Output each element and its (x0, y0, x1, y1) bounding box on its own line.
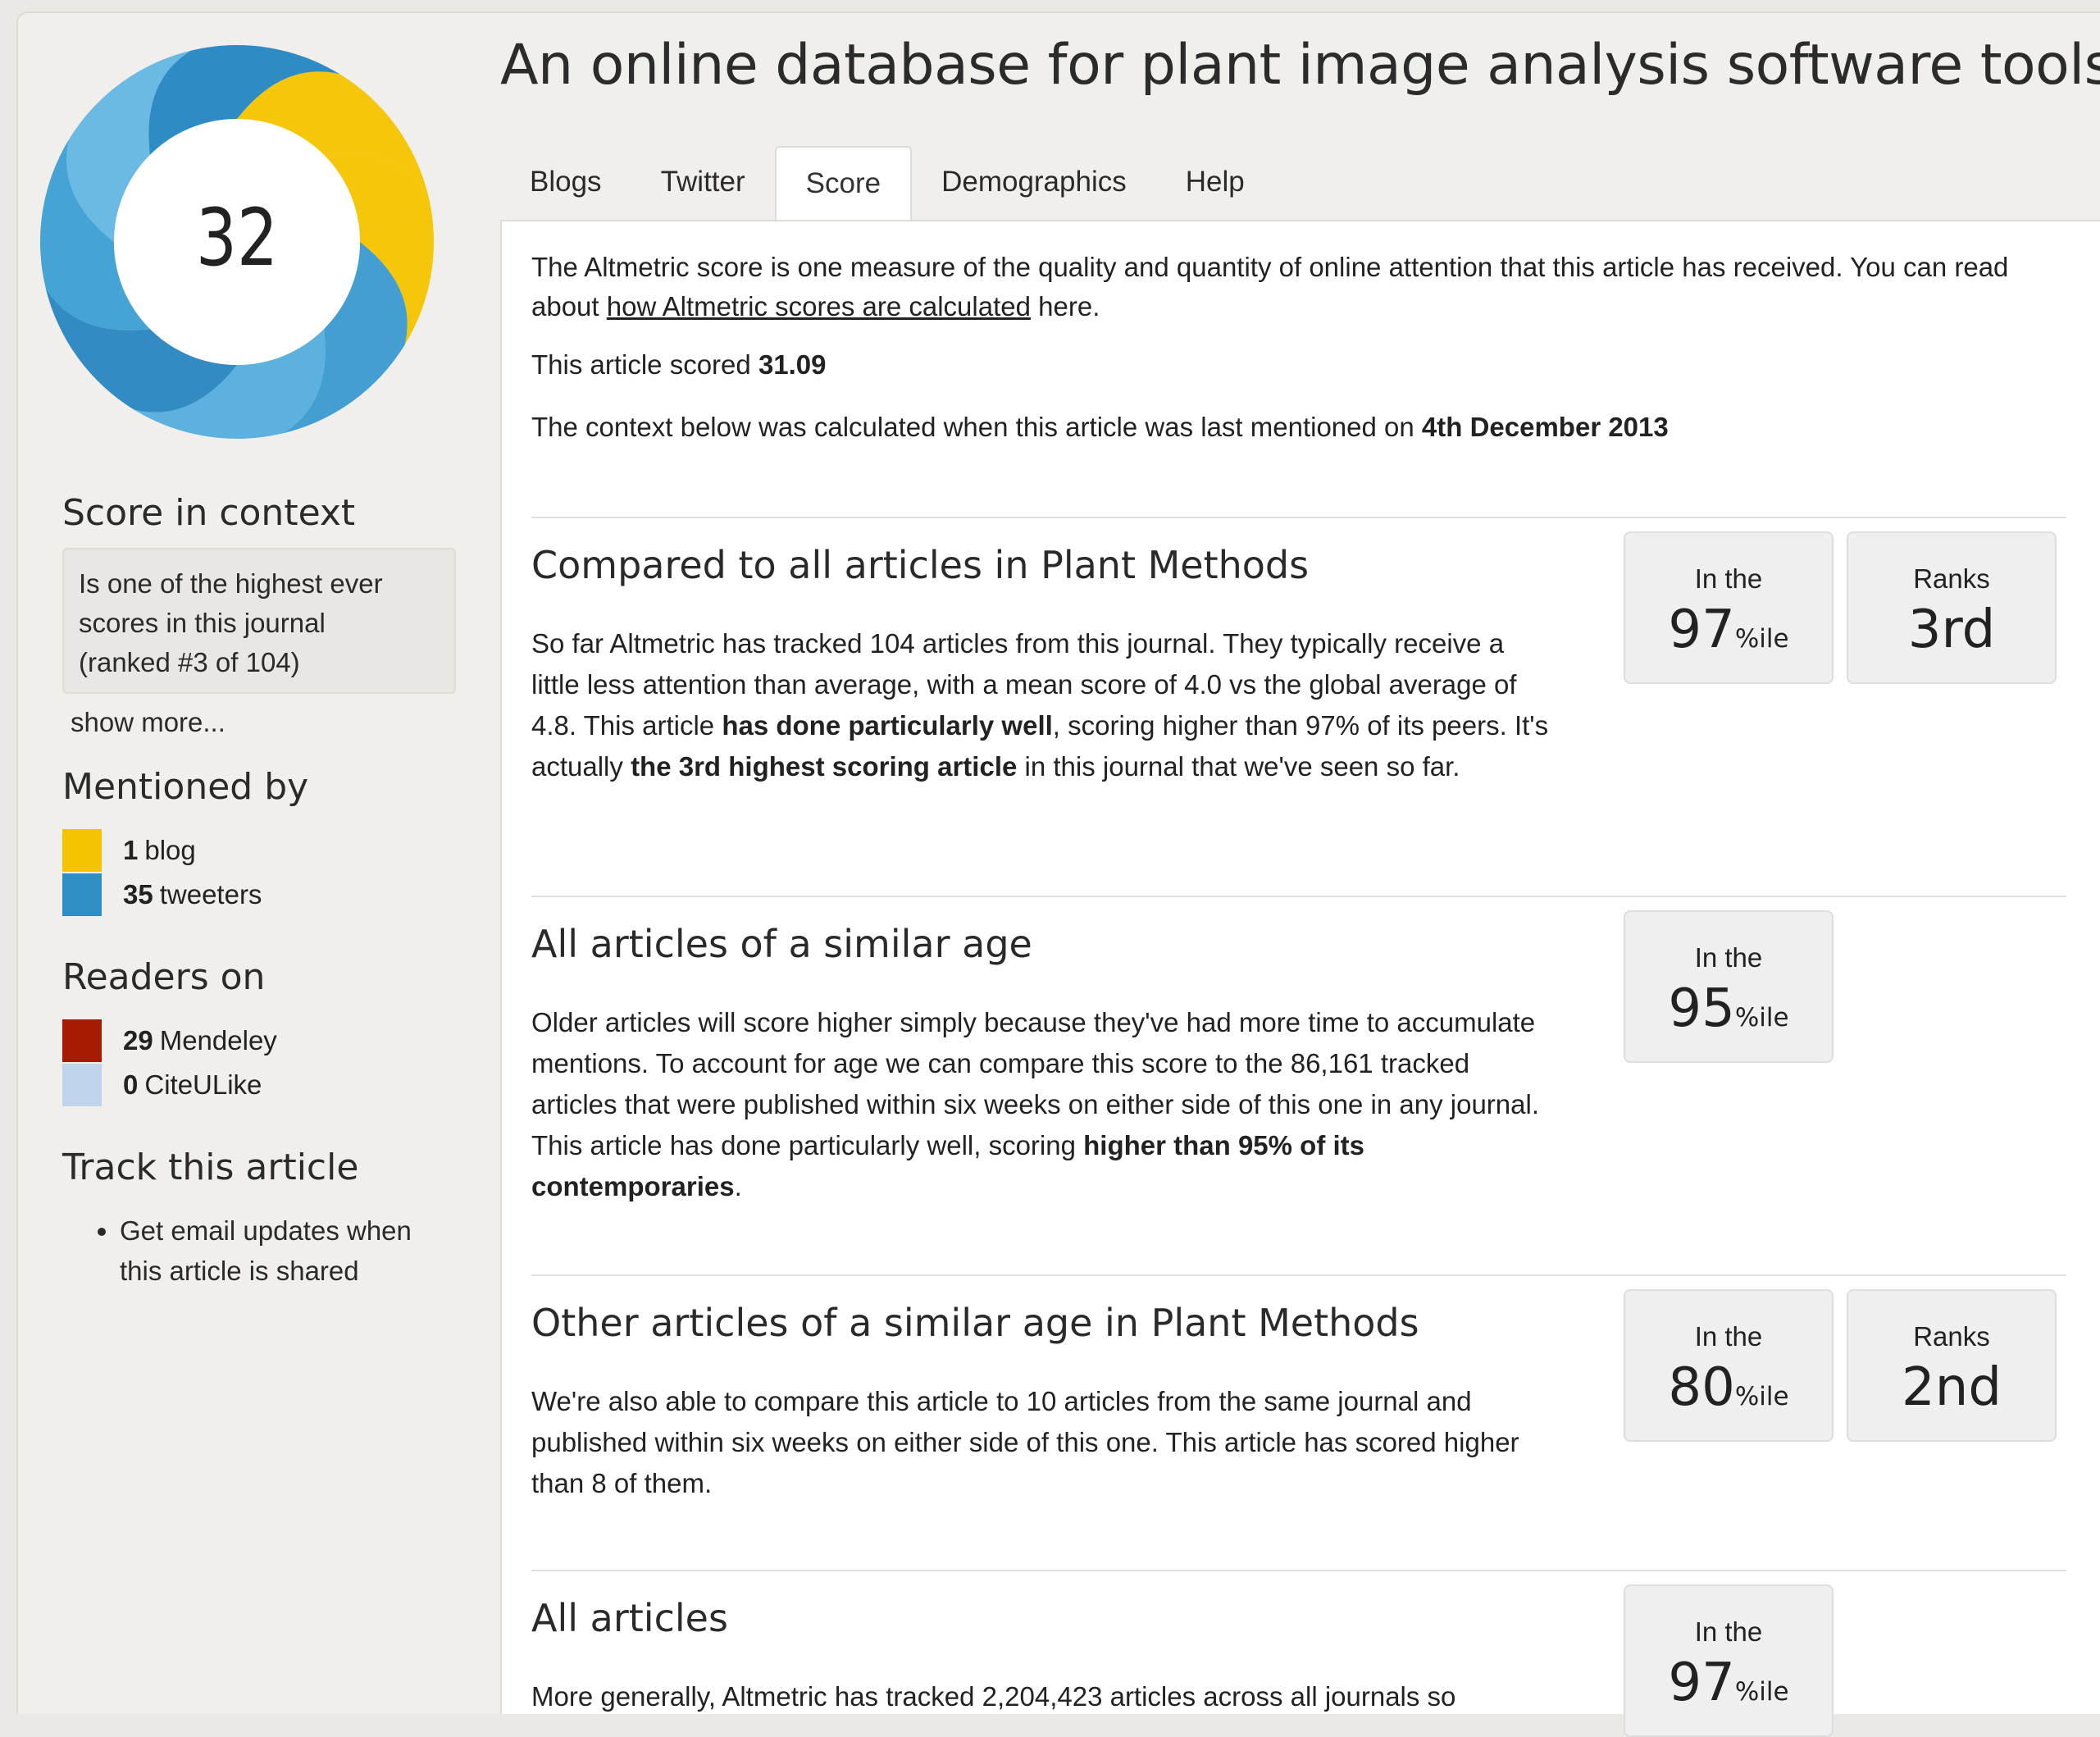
section-divider (531, 1570, 2066, 1571)
percentile-label: In the (1694, 563, 1763, 594)
show-more-link[interactable]: show more... (62, 702, 456, 743)
track-list: Get email updates when this article is s… (62, 1210, 456, 1291)
mendeley-swatch (62, 1019, 102, 1062)
readers-on-heading: Readers on (62, 956, 266, 998)
reader-label: CiteULike (144, 1069, 262, 1100)
blog-swatch (62, 829, 102, 872)
tab-help[interactable]: Help (1156, 146, 1274, 218)
rank-value: 2nd (1902, 1357, 2002, 1418)
readers-list: 29 Mendeley 0 CiteULike (62, 1019, 456, 1107)
percentile-value: 97%ile (1625, 1650, 1832, 1716)
context-line: scores in this journal (79, 608, 326, 638)
context-line: Is one of the highest ever (79, 568, 383, 599)
scored-line: This article scored 31.09 (531, 349, 827, 381)
percentile-number: 95 (1668, 978, 1735, 1039)
altmetric-score-number: 32 (195, 192, 279, 284)
section-divider (531, 896, 2066, 897)
percentile-badge[interactable]: In the 97%ile (1624, 531, 1834, 684)
intro-text-end: here. (1030, 291, 1100, 321)
rank-value: 3rd (1907, 600, 1996, 660)
article-title: An online database for plant image analy… (500, 33, 2100, 98)
percentile-value: 97%ile (1625, 597, 1832, 663)
mention-count: 1 (123, 835, 139, 865)
score-in-context-heading: Score in context (62, 492, 356, 534)
mention-tweeters[interactable]: 35 tweeters (62, 873, 456, 917)
section-text: So far Altmetric has tracked 104 article… (531, 623, 1556, 787)
tab-twitter[interactable]: Twitter (631, 146, 775, 218)
context-line: (ranked #3 of 104) (79, 647, 300, 677)
score-panel: The Altmetric score is one measure of th… (500, 220, 2100, 1737)
percentile-label: In the (1694, 942, 1763, 973)
score-intro: The Altmetric score is one measure of th… (531, 248, 2073, 326)
email-updates-link[interactable]: Get email updates when this article is s… (120, 1210, 456, 1291)
reader-mendeley[interactable]: 29 Mendeley (62, 1019, 456, 1063)
score-context-box: Is one of the highest ever scores in thi… (62, 548, 456, 694)
section-divider (531, 1274, 2066, 1276)
percentile-badge[interactable]: In the 80%ile (1624, 1289, 1834, 1442)
section-heading: Other articles of a similar age in Plant… (531, 1301, 1419, 1345)
rank-badge[interactable]: Ranks 3rd (1847, 531, 2057, 684)
tab-blogs[interactable]: Blogs (500, 146, 631, 218)
section-heading: All articles of a similar age (531, 922, 1032, 966)
percentile-badge[interactable]: In the 95%ile (1624, 910, 1834, 1063)
tab-score[interactable]: Score (774, 146, 913, 221)
percentile-suffix: %ile (1734, 1003, 1789, 1033)
rank-badge[interactable]: Ranks 2nd (1847, 1289, 2057, 1442)
percentile-number: 80 (1668, 1357, 1735, 1418)
reader-label: Mendeley (159, 1025, 277, 1055)
section-heading: Compared to all articles in Plant Method… (531, 543, 1310, 587)
section-text-part: . (734, 1171, 742, 1201)
section-divider (531, 517, 2066, 518)
percentile-label: In the (1694, 1616, 1763, 1647)
sidebar: Score in context Is one of the highest e… (62, 489, 456, 1291)
section-text-part: in this journal that we've seen so far. (1017, 751, 1460, 782)
scored-prefix: This article scored (531, 349, 758, 380)
citeulike-swatch (62, 1064, 102, 1106)
section-text: Older articles will score higher simply … (531, 1002, 1556, 1207)
percentile-number: 97 (1668, 1653, 1735, 1713)
tab-bar: Blogs Twitter Score Demographics Help (500, 146, 1274, 221)
section-text: We're also able to compare this article … (531, 1381, 1556, 1504)
percentile-value: 95%ile (1625, 976, 1832, 1042)
section-text-part: Older articles will score higher simply … (531, 1007, 1539, 1160)
reader-citeulike[interactable]: 0 CiteULike (62, 1063, 456, 1107)
percentile-suffix: %ile (1734, 1382, 1789, 1411)
section-text-bold: the 3rd highest scoring article (631, 751, 1018, 782)
rank-label: Ranks (1913, 563, 1990, 594)
section-text-part: We're also able to compare this article … (531, 1386, 1519, 1498)
rank-label: Ranks (1913, 1321, 1990, 1352)
reader-count: 0 (123, 1069, 139, 1100)
percentile-badge[interactable]: In the 97%ile (1624, 1584, 1834, 1737)
percentile-label: In the (1694, 1321, 1763, 1352)
section-text: More generally, Altmetric has tracked 2,… (531, 1676, 1556, 1717)
reader-count: 29 (123, 1025, 153, 1055)
tab-demographics[interactable]: Demographics (912, 146, 1156, 218)
percentile-value: 80%ile (1625, 1355, 1832, 1420)
percentile-suffix: %ile (1734, 624, 1789, 654)
section-text-part: More generally, Altmetric has tracked 2,… (531, 1681, 1456, 1712)
percentile-suffix: %ile (1734, 1677, 1789, 1707)
scored-value: 31.09 (758, 349, 827, 380)
context-date: 4th December 2013 (1421, 412, 1669, 442)
mentioned-by-list: 1 blog 35 tweeters (62, 828, 456, 917)
mention-count: 35 (123, 879, 153, 910)
section-text-bold: has done particularly well (722, 710, 1053, 741)
mention-label: tweeters (159, 879, 262, 910)
mention-label: blog (144, 835, 196, 865)
section-heading: All articles (531, 1596, 728, 1640)
context-line: The context below was calculated when th… (531, 412, 1669, 443)
mention-blogs[interactable]: 1 blog (62, 828, 456, 873)
twitter-swatch (62, 873, 102, 916)
how-scores-calculated-link[interactable]: how Altmetric scores are calculated (607, 291, 1031, 321)
track-section: Track this article Get email updates whe… (62, 1143, 456, 1291)
track-heading: Track this article (62, 1147, 359, 1188)
percentile-number: 97 (1668, 600, 1735, 660)
mentioned-by-heading: Mentioned by (62, 766, 309, 808)
context-prefix: The context below was calculated when th… (531, 412, 1422, 442)
